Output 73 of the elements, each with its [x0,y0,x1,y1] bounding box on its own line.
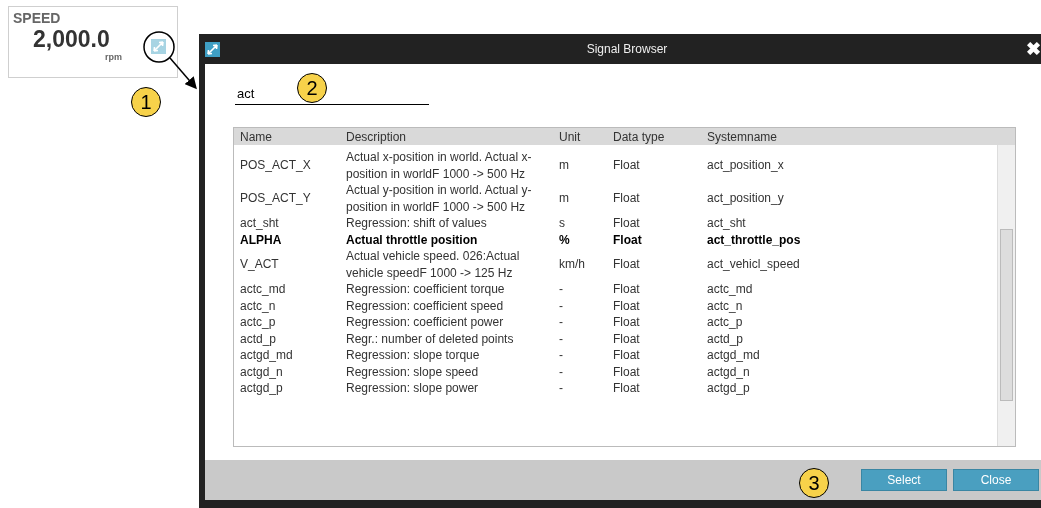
table-cell: m [559,190,569,207]
table-cell: Float [613,314,640,331]
table-cell: - [559,281,563,298]
table-cell: - [559,363,563,380]
table-cell: actgd_md [240,347,293,364]
table-cell: Float [613,330,640,347]
table-cell-text: Actual x-position in world. Actual x-position in worldF 1000 -> 500 Hz [346,149,533,182]
table-cell: actgd_md [707,347,760,364]
table-cell: - [559,380,563,397]
column-header[interactable]: Description [346,129,407,144]
close-button[interactable]: ✖ [1026,38,1041,60]
table-cell: actgd_n [240,363,283,380]
column-header[interactable]: Systemname [707,129,778,144]
column-header[interactable]: Data type [613,129,665,144]
table-cell: actc_p [707,314,743,331]
table-cell: act_sht [240,215,279,232]
table-cell: actd_p [707,330,744,347]
table-cell: - [559,330,563,347]
table-cell: actgd_n [707,363,750,380]
table-cell: Float [613,190,640,207]
table-cell: V_ACT [240,256,279,273]
table-cell: Float [613,157,640,174]
table-cell: act_sht [707,215,746,232]
table-cell: s [559,215,565,232]
table-cell: act_throttle_pos [707,231,801,248]
table-cell: Float [613,256,640,273]
table-cell: act_position_y [707,190,784,207]
table-cell-text: Regression: coefficient power [346,314,505,331]
table-cell: POS_ACT_X [240,157,311,174]
table-cell: ALPHA [240,231,282,248]
expand-icon[interactable] [205,41,220,57]
scrollbar[interactable] [997,145,1015,446]
table-cell: act_vehicl_speed [707,256,800,273]
callout-number: 1 [131,87,161,117]
table-cell: Float [613,297,640,314]
table-cell: actc_n [707,297,743,314]
table-cell: actd_p [240,330,277,347]
table-cell: Float [613,281,640,298]
table-cell: actc_md [240,281,286,298]
widget-label: SPEED [13,11,61,26]
table-cell: Float [613,215,640,232]
table-cell: % [559,231,570,248]
table-cell: - [559,347,563,364]
table-cell-text: Regression: slope power [346,380,480,397]
table-cell-text: Regr.: number of deleted points [346,330,515,347]
widget-unit: rpm [105,52,122,62]
table-cell: Float [613,380,640,397]
table-cell: m [559,157,569,174]
table-cell-text: Regression: coefficient torque [346,281,506,298]
table-cell: Float [613,231,642,248]
table-cell: Float [613,347,640,364]
table-cell-text: Regression: slope torque [346,347,481,364]
dialog-title: Signal Browser [586,42,668,56]
table-cell: actc_md [707,281,753,298]
table-cell: - [559,314,563,331]
table-cell: actgd_p [707,380,750,397]
table-cell-text: Regression: slope speed [346,363,480,380]
table-cell: km/h [559,256,585,273]
column-header[interactable]: Unit [559,129,581,144]
column-header[interactable]: Name [240,129,272,144]
table-cell-text: Regression: shift of values [346,215,488,232]
table-cell: actc_p [240,314,276,331]
table-cell-text: Actual y-position in world. Actual y-position in worldF 1000 -> 500 Hz [346,182,533,215]
table-cell-text: Regression: coefficient speed [346,297,505,314]
table-cell: actgd_p [240,380,283,397]
table-cell-text: Actual vehicle speed. 026:Actual vehicle speedF 1000 -> 125 Hz [346,248,521,281]
table-cell: Float [613,363,640,380]
table-cell: POS_ACT_Y [240,190,311,207]
table-cell: - [559,297,563,314]
table-cell: act_position_x [707,157,784,174]
widget-value: 2,000.0 [33,26,110,52]
table-cell: actc_n [240,297,276,314]
table-cell-text: Actual throttle position [346,231,479,248]
